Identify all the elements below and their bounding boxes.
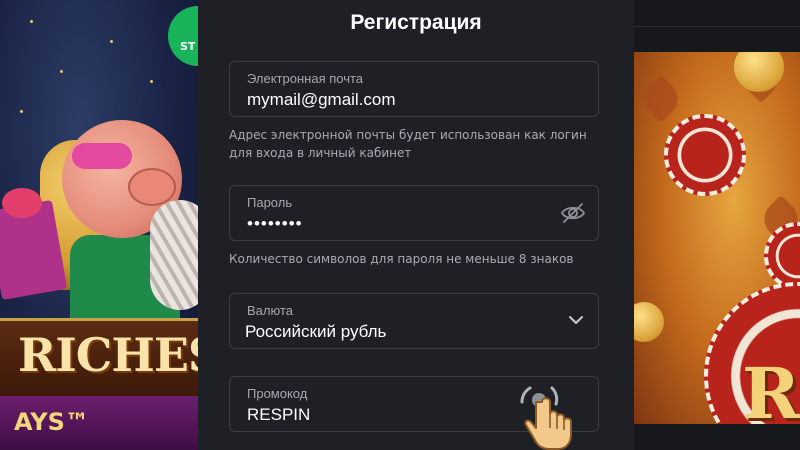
email-hint-line-2: для входа в личный кабинет — [229, 146, 412, 160]
promo-code-label: Промокод — [247, 386, 308, 401]
chip-letter-decoration: R — [742, 352, 800, 424]
email-label: Электронная почта — [247, 71, 364, 86]
casino-chip-illustration — [664, 114, 746, 196]
right-bottom-strip — [634, 424, 800, 450]
right-top-strip — [634, 0, 800, 52]
page-title: Регистрация — [350, 11, 482, 34]
currency-select[interactable]: Валюта Российский рубль — [229, 293, 599, 349]
email-field[interactable]: Электронная почта mymail@gmail.com — [229, 61, 599, 117]
promo-badge: ST — [168, 6, 198, 66]
promo-code-input-value[interactable]: RESPIN — [247, 405, 310, 425]
promo-badge-text: ST — [180, 40, 196, 53]
left-promo-banner: ST RICHES AYS™ — [0, 0, 198, 450]
email-hint: Адрес электронной почты будет использова… — [229, 126, 609, 162]
game-logo-text: RICHES — [18, 328, 198, 382]
password-field[interactable]: Пароль •••••••• — [229, 185, 599, 241]
registration-panel: Регистрация Электронная почта mymail@gma… — [198, 0, 634, 450]
pig-snout-illustration — [128, 168, 176, 206]
right-promo-banner: R — [634, 52, 800, 424]
eye-slash-icon[interactable] — [560, 201, 586, 225]
password-hint: Количество символов для пароля не меньше… — [229, 252, 574, 266]
game-sublogo-text: AYS™ — [14, 408, 89, 436]
promo-code-field[interactable]: Промокод RESPIN — [229, 376, 599, 432]
password-label: Пароль — [247, 195, 293, 210]
email-hint-line-1: Адрес электронной почты будет использова… — [229, 128, 587, 142]
chevron-down-icon[interactable] — [568, 314, 584, 326]
currency-label: Валюта — [247, 303, 293, 318]
gift-bow-illustration — [2, 188, 42, 218]
password-input-value[interactable]: •••••••• — [247, 214, 303, 234]
feather-boa-illustration — [150, 200, 198, 310]
currency-selected-value[interactable]: Российский рубль — [245, 322, 386, 342]
email-input-value[interactable]: mymail@gmail.com — [247, 90, 396, 110]
pig-glasses-illustration — [72, 143, 132, 169]
